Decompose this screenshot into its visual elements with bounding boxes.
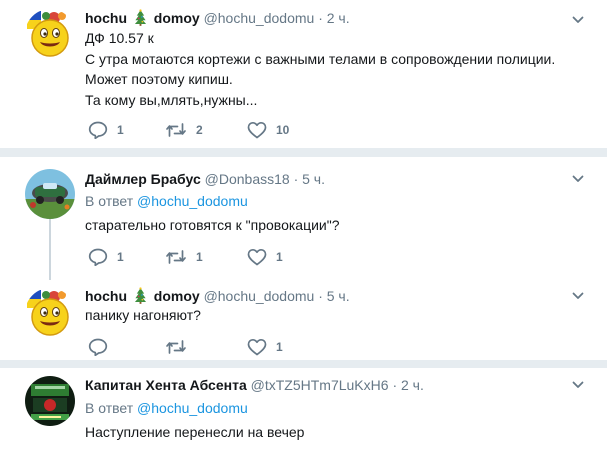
reply-context-prefix: В ответ (85, 400, 134, 416)
tweet[interactable]: hochu domoy @hochu_dodomu · 5 ч. панику … (0, 279, 607, 359)
avatar[interactable] (25, 288, 75, 338)
timestamp[interactable]: · 5 ч. (294, 171, 325, 187)
reply-icon (88, 248, 108, 266)
tweet-text-line: Может поэтому кипиш. (85, 71, 233, 87)
retweet-count: 1 (196, 250, 203, 264)
retweet-button[interactable]: 1 (165, 248, 203, 266)
avatar[interactable] (25, 169, 75, 219)
like-count: 1 (276, 340, 283, 354)
tweet-text-line: ДФ 10.57 к (85, 30, 154, 46)
timestamp[interactable]: · 5 ч. (318, 288, 349, 304)
reply-count: 1 (117, 250, 124, 264)
tweet[interactable]: Даймлер Брабус @Donbass18 · 5 ч. В ответ… (0, 160, 607, 275)
tweet-text-line: панику нагоняют? (85, 307, 201, 323)
retweet-button[interactable]: 2 (165, 121, 203, 139)
reply-context-prefix: В ответ (85, 193, 134, 209)
reply-context: В ответ @hochu_dodomu (85, 398, 248, 418)
like-count: 1 (276, 250, 283, 264)
display-name[interactable]: Капитан Хента Абсента (85, 377, 247, 393)
display-name[interactable]: Даймлер Брабус (85, 171, 201, 187)
avatar[interactable] (25, 376, 75, 426)
tweet-text-line: старательно готовятся к "провокации"? (85, 217, 340, 233)
display-name-part: domoy (153, 10, 200, 26)
display-name[interactable]: hochu domoy (85, 288, 204, 304)
display-name-part: hochu (85, 10, 127, 26)
reply-button[interactable]: 1 (88, 248, 124, 266)
conversation-separator (0, 148, 607, 157)
christmas-tree-icon (134, 9, 147, 26)
retweet-icon (165, 121, 187, 139)
user-handle[interactable]: @hochu_dodomu (204, 10, 315, 26)
reply-handle-link[interactable]: @hochu_dodomu (137, 193, 248, 209)
retweet-button[interactable] (165, 338, 196, 356)
heart-icon (247, 338, 267, 356)
reply-icon (88, 338, 108, 356)
reply-button[interactable] (88, 338, 117, 356)
chevron-down-icon[interactable] (571, 378, 585, 392)
reply-handle-link[interactable]: @hochu_dodomu (137, 400, 248, 416)
reply-icon (88, 121, 108, 139)
retweet-icon (165, 338, 187, 356)
avatar[interactable] (25, 9, 75, 59)
chevron-down-icon[interactable] (571, 289, 585, 303)
christmas-tree-icon (134, 287, 147, 304)
reply-count: 1 (117, 123, 124, 137)
retweet-icon (165, 248, 187, 266)
tweet-header: hochu domoy @hochu_dodomu · 2 ч. (85, 9, 350, 27)
reply-context: В ответ @hochu_dodomu (85, 191, 248, 211)
like-button[interactable]: 1 (247, 338, 283, 356)
display-name[interactable]: hochu domoy (85, 10, 204, 26)
tweet-text-line: С утра мотаются кортежи с важными телами… (85, 51, 556, 67)
tweet[interactable]: hochu domoy @hochu_dodomu · 2 ч. ДФ 10.5… (0, 0, 607, 144)
timestamp[interactable]: · 2 ч. (392, 377, 423, 393)
chevron-down-icon[interactable] (571, 172, 585, 186)
chevron-down-icon[interactable] (571, 13, 585, 27)
tweet-header: Даймлер Брабус @Donbass18 · 5 ч. (85, 170, 325, 188)
heart-icon (247, 121, 267, 139)
tweet-text-line: Та кому вы,млять,нужны... (85, 92, 258, 108)
tweet-text-line: Наступление перенесли на вечер (85, 424, 305, 440)
user-handle[interactable]: @hochu_dodomu (204, 288, 315, 304)
tweet-header: hochu domoy @hochu_dodomu · 5 ч. (85, 287, 350, 305)
display-name-part: domoy (153, 288, 200, 304)
user-handle[interactable]: @txTZ5HTm7LuKxH6 (251, 377, 389, 393)
user-handle[interactable]: @Donbass18 (205, 171, 290, 187)
like-count: 10 (276, 123, 290, 137)
timestamp[interactable]: · 2 ч. (318, 10, 349, 26)
like-button[interactable]: 1 (247, 248, 283, 266)
retweet-count: 2 (196, 123, 203, 137)
heart-icon (247, 248, 267, 266)
like-button[interactable]: 10 (247, 121, 289, 139)
tweet[interactable]: Капитан Хента Абсента @txTZ5HTm7LuKxH6 ·… (0, 368, 607, 453)
conversation-separator (0, 360, 607, 368)
tweet-header: Капитан Хента Абсента @txTZ5HTm7LuKxH6 ·… (85, 376, 424, 394)
display-name-part: hochu (85, 288, 127, 304)
reply-button[interactable]: 1 (88, 121, 124, 139)
